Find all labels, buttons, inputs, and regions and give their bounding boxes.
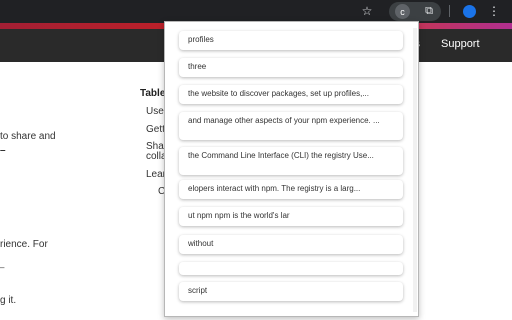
result-item[interactable]: profiles bbox=[179, 31, 403, 50]
body-text-experience: rience. For bbox=[0, 239, 48, 250]
kebab-menu-icon[interactable]: ⋮ bbox=[488, 3, 500, 19]
result-item[interactable]: ut npm npm is the world's lar bbox=[179, 207, 403, 226]
support-link[interactable]: Support bbox=[441, 38, 480, 50]
body-text-dash: – bbox=[0, 145, 6, 156]
puzzle-icon[interactable]: ⧉ bbox=[421, 3, 437, 19]
toolbar-divider bbox=[449, 5, 450, 17]
result-item[interactable]: the website to discover packages, set up… bbox=[179, 85, 403, 104]
result-item-empty[interactable] bbox=[179, 262, 403, 275]
result-item[interactable]: elopers interact with npm. The registry … bbox=[179, 180, 403, 199]
result-item[interactable]: script bbox=[179, 282, 403, 301]
result-item[interactable]: three bbox=[179, 58, 403, 77]
extension-c-icon[interactable]: c bbox=[395, 4, 410, 19]
result-item[interactable]: the Command Line Interface (CLI) the reg… bbox=[179, 147, 403, 175]
popup-scrollbar[interactable] bbox=[413, 28, 417, 312]
star-icon[interactable]: ☆ bbox=[360, 3, 374, 19]
result-item[interactable]: without bbox=[179, 235, 403, 254]
body-text-small-dash: – bbox=[0, 263, 5, 272]
profile-icon[interactable] bbox=[463, 5, 476, 18]
body-text-share: to share and bbox=[0, 131, 56, 142]
body-text-using: g it. bbox=[0, 295, 17, 306]
toc-item[interactable]: Lear bbox=[146, 169, 166, 180]
result-item[interactable]: and manage other aspects of your npm exp… bbox=[179, 112, 403, 140]
toc-item[interactable]: Gett bbox=[146, 124, 165, 135]
toc-heading: Table bbox=[140, 88, 166, 99]
toc-item[interactable]: Use bbox=[146, 106, 164, 117]
extension-popup: profiles three the website to discover p… bbox=[164, 21, 419, 317]
